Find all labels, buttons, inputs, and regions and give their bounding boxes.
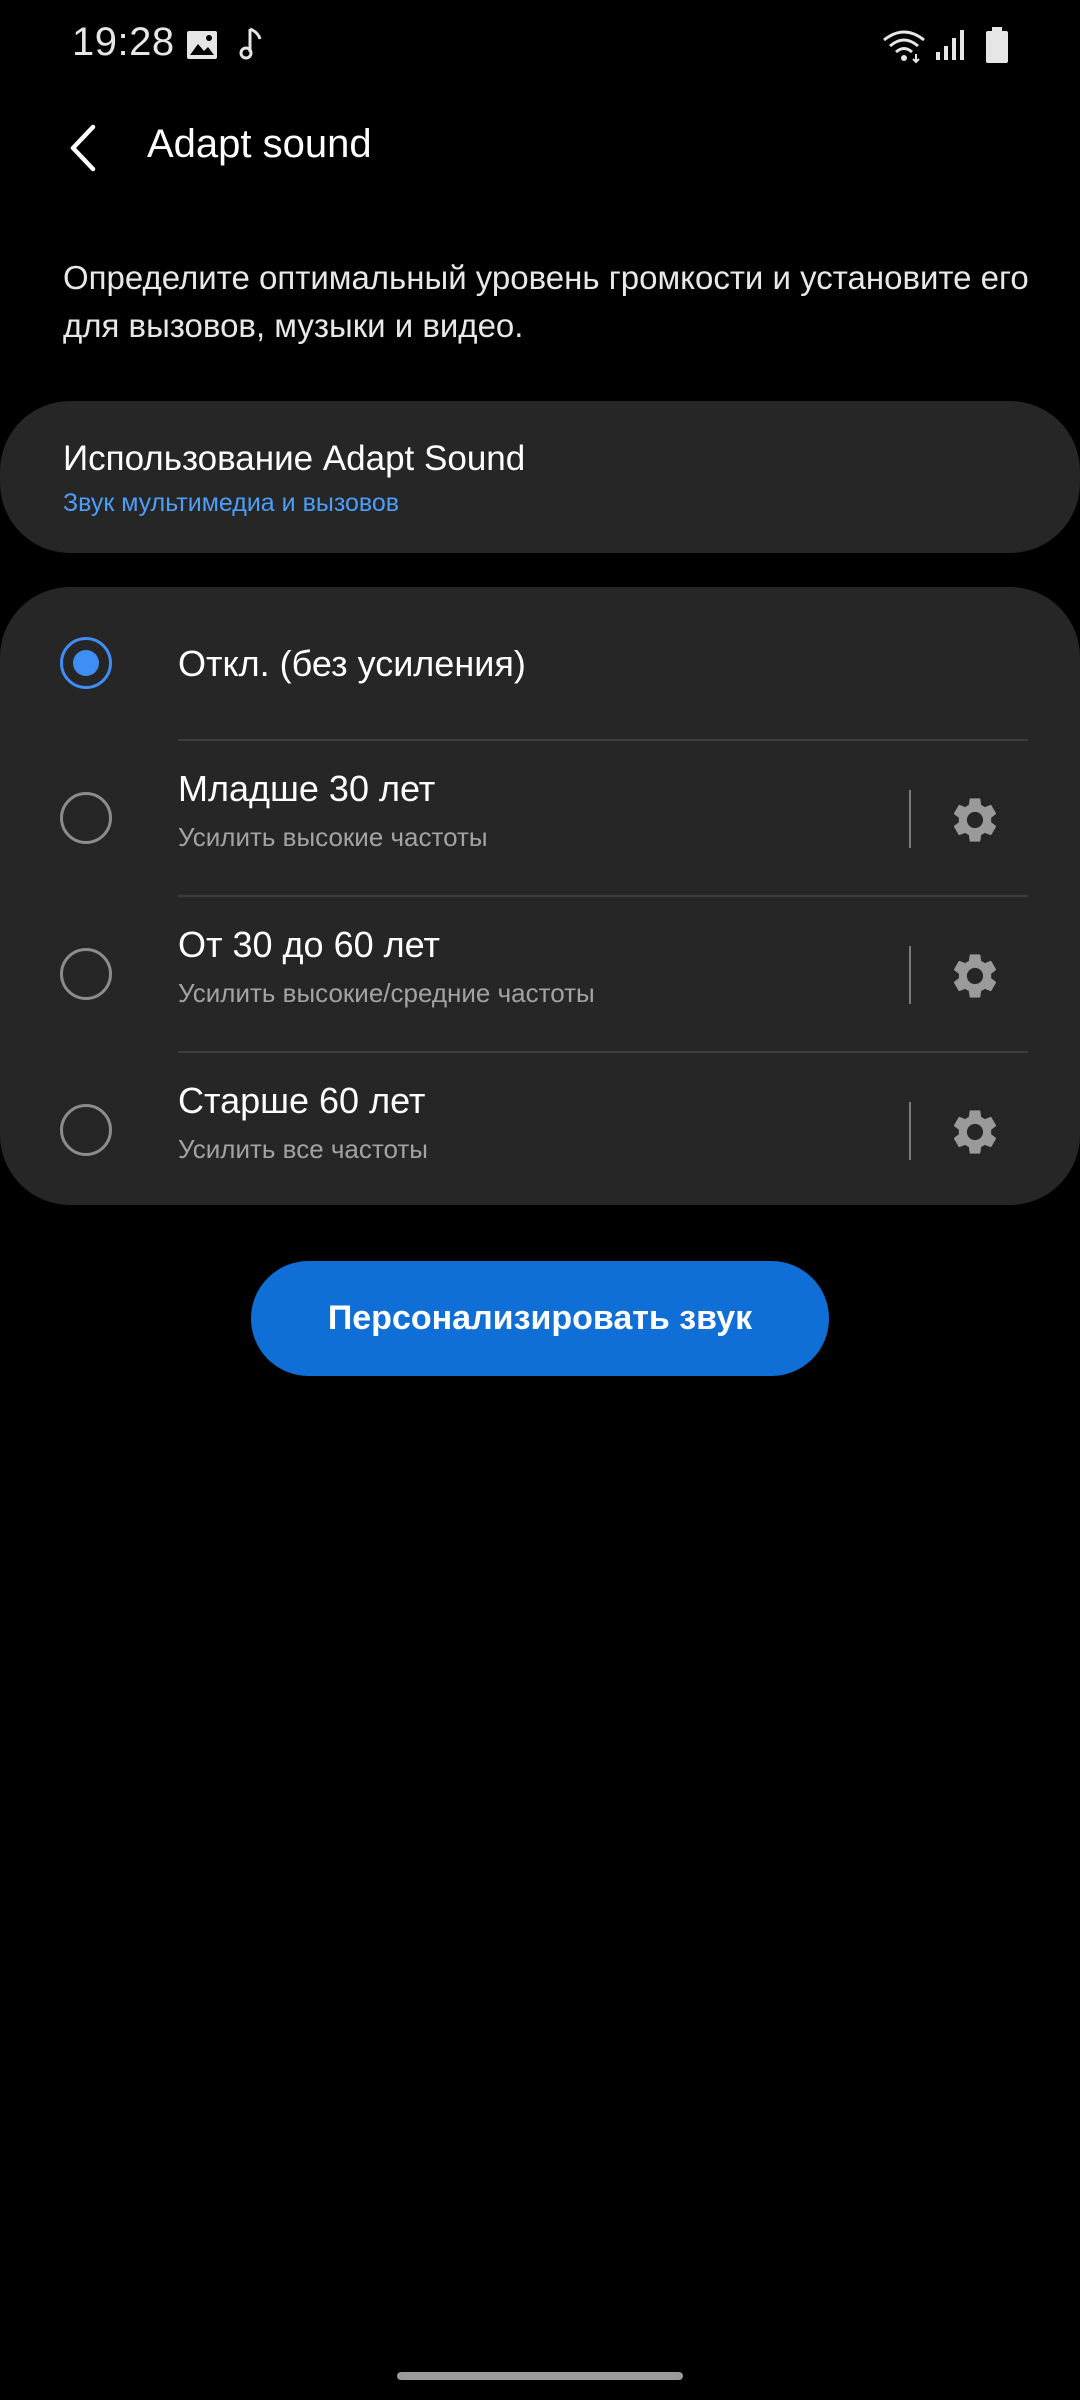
option-title: Откл. (без усиления) bbox=[178, 643, 526, 684]
option-over-60[interactable]: Старше 60 лет Усилить все частоты bbox=[0, 1054, 1080, 1210]
gear-icon bbox=[953, 798, 997, 842]
usage-title: Использование Adapt Sound bbox=[63, 439, 526, 478]
battery-icon bbox=[986, 27, 1008, 63]
adapt-sound-usage-item[interactable]: Использование Adapt Sound Звук мультимед… bbox=[0, 401, 1080, 553]
music-note-icon bbox=[239, 27, 262, 60]
vertical-separator bbox=[909, 1102, 911, 1160]
usage-subtitle: Звук мультимедиа и вызовов bbox=[63, 489, 400, 517]
vertical-separator bbox=[909, 790, 911, 848]
option-under-30[interactable]: Младше 30 лет Усилить высокие частоты bbox=[0, 742, 1080, 898]
status-bar: 19:28 bbox=[0, 0, 1080, 92]
divider bbox=[178, 739, 1028, 741]
option-subtitle: Усилить высокие частоты bbox=[178, 822, 488, 852]
image-icon bbox=[187, 31, 217, 59]
back-arrow-icon bbox=[70, 124, 96, 172]
radio-button[interactable] bbox=[60, 948, 112, 1000]
gear-icon bbox=[953, 954, 997, 998]
option-title: Старше 60 лет bbox=[178, 1080, 426, 1121]
settings-button[interactable] bbox=[947, 1104, 1003, 1160]
option-title: Младше 30 лет bbox=[178, 768, 436, 809]
radio-button[interactable] bbox=[60, 1104, 112, 1156]
radio-button-selected[interactable] bbox=[60, 637, 112, 689]
option-subtitle: Усилить все частоты bbox=[178, 1134, 428, 1164]
radio-button[interactable] bbox=[60, 792, 112, 844]
back-button[interactable] bbox=[52, 110, 116, 186]
age-options-list: Откл. (без усиления) Младше 30 лет Усили… bbox=[0, 587, 1080, 1205]
option-subtitle: Усилить высокие/средние частоты bbox=[178, 978, 595, 1008]
vertical-separator bbox=[909, 946, 911, 1004]
divider bbox=[178, 895, 1028, 897]
page-description: Определите оптимальный уровень громкости… bbox=[63, 259, 1029, 344]
home-indicator[interactable] bbox=[397, 2372, 683, 2380]
wifi-icon bbox=[883, 30, 925, 64]
option-off[interactable]: Откл. (без усиления) bbox=[0, 587, 1080, 743]
divider bbox=[178, 1051, 1028, 1053]
page-title: Adapt sound bbox=[147, 122, 372, 166]
signal-icon bbox=[936, 30, 964, 60]
settings-button[interactable] bbox=[947, 792, 1003, 848]
personalize-sound-button[interactable]: Персонализировать звук bbox=[251, 1261, 829, 1376]
status-time: 19:28 bbox=[72, 20, 175, 64]
screen: 19:28 Adapt sound Определите оптимальный… bbox=[0, 0, 1080, 2400]
gear-icon bbox=[953, 1110, 997, 1154]
settings-button[interactable] bbox=[947, 948, 1003, 1004]
option-title: От 30 до 60 лет bbox=[178, 924, 440, 965]
option-30-to-60[interactable]: От 30 до 60 лет Усилить высокие/средние … bbox=[0, 898, 1080, 1054]
